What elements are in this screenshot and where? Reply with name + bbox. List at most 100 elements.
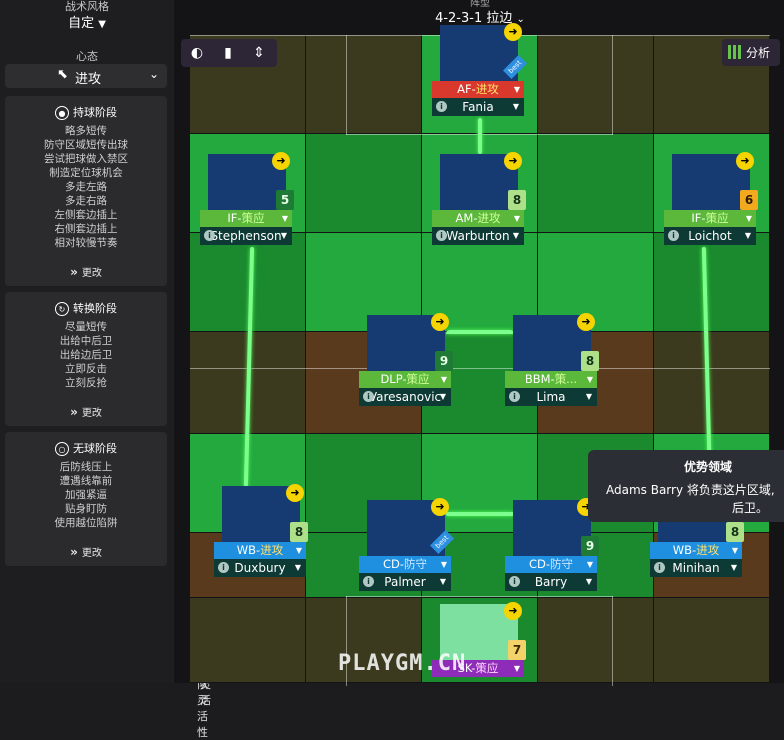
transition-list: 尽量短传 出给中后卫 出给边后卫 立即反击 立刻反抢	[5, 320, 167, 390]
role-duty: 策应	[475, 661, 499, 675]
watermark-text: PLAYGM.CN	[338, 651, 467, 676]
out-of-possession-change-button[interactable]: » 更改	[5, 544, 167, 559]
info-icon[interactable]: i	[363, 391, 374, 402]
transition-cycle-icon: ↻	[55, 302, 69, 316]
player-name-selector[interactable]: i Warburton ▼	[432, 227, 524, 245]
chevron-down-icon: ▼	[98, 19, 106, 30]
pitch-zone[interactable]	[306, 35, 421, 133]
info-icon[interactable]: i	[218, 562, 229, 573]
in-possession-change-button[interactable]: » 更改	[5, 264, 167, 279]
pitch-zone[interactable]	[538, 134, 653, 232]
instruction-icon[interactable]: ➜	[431, 313, 449, 331]
role-selector[interactable]: WB-进攻 ▼	[650, 542, 742, 559]
formation-selector[interactable]: 4-2-3-1 拉边 ⌄	[400, 7, 560, 26]
analysis-label: 分析	[746, 46, 771, 60]
instruction-icon[interactable]: ➜	[504, 23, 522, 41]
player-name-selector[interactable]: i Loichot ▼	[664, 227, 756, 245]
pitch-zone[interactable]	[654, 598, 769, 682]
mentality-dropdown[interactable]: ⬉ 进攻 ⌄	[5, 64, 167, 88]
chevron-down-icon: ▼	[745, 214, 752, 223]
tactics-sidebar: 战术风格 自定 ▼ 心态 ⬉ 进攻 ⌄ ● 持球阶段 略多短传 防守区域短传出球 …	[0, 0, 211, 739]
analysis-button[interactable]: 分析	[722, 39, 780, 66]
penalty-box-line	[346, 596, 613, 597]
role-duty: 进攻	[696, 543, 720, 557]
chevron-down-icon: ▼	[586, 375, 593, 384]
info-icon[interactable]: i	[436, 230, 447, 241]
list-item: 立即反击	[65, 363, 107, 375]
instruction-icon[interactable]: ➜	[736, 152, 754, 170]
chevron-down-icon: ▼	[512, 102, 519, 111]
role-selector[interactable]: IF-策应 ▼	[664, 210, 756, 227]
player-name-selector[interactable]: i Stephenson ▼	[200, 227, 292, 245]
player-name: Fania	[462, 100, 494, 114]
info-icon[interactable]: i	[509, 576, 520, 587]
player-name-selector[interactable]: i Varesanovic ▼	[359, 388, 451, 406]
list-item: 多走左路	[65, 181, 107, 193]
instruction-icon[interactable]: ➜	[577, 313, 595, 331]
instruction-icon[interactable]: ➜	[431, 498, 449, 516]
list-item: 防守区域短传出球	[44, 139, 128, 151]
player-name-selector[interactable]: i Duxbury ▼	[214, 559, 306, 577]
info-icon[interactable]: i	[654, 562, 665, 573]
player-name: Minihan	[672, 561, 720, 575]
transition-title: 转换阶段	[73, 302, 117, 315]
player-name-selector[interactable]: i Lima ▼	[505, 388, 597, 406]
player-name: Varesanovic	[368, 390, 442, 404]
role-selector[interactable]: BBM-策... ▼	[505, 371, 597, 388]
role-selector[interactable]: CD-防守 ▼	[505, 556, 597, 573]
info-icon[interactable]: i	[668, 230, 679, 241]
pitch-zone[interactable]	[654, 332, 769, 433]
instruction-icon[interactable]: ➜	[504, 602, 522, 620]
player-name-selector[interactable]: i Minihan ▼	[650, 559, 742, 577]
contrast-view-icon[interactable]: ◐	[183, 40, 211, 66]
role-selector[interactable]: AF-进攻 ▼	[432, 81, 524, 98]
tooltip-line: Adams Barry 将负责这片区域,	[606, 483, 775, 497]
instruction-icon[interactable]: ➜	[272, 152, 290, 170]
chevron-down-icon: ▼	[513, 85, 520, 94]
info-icon[interactable]: i	[509, 391, 520, 402]
chevron-down-icon: ▼	[731, 546, 738, 555]
role-selector[interactable]: AM-进攻 ▼	[432, 210, 524, 227]
tactic-style-selector[interactable]: 自定 ▼	[0, 12, 174, 31]
role-selector[interactable]: IF-策应 ▼	[200, 210, 292, 227]
chevron-down-icon: ⌄	[516, 14, 525, 25]
pitch-zone[interactable]	[190, 598, 305, 682]
pitch-zone[interactable]	[538, 35, 653, 133]
list-item: 略多短传	[65, 125, 107, 137]
instruction-icon[interactable]: ➜	[504, 152, 522, 170]
role-selector[interactable]: CD-防守 ▼	[359, 556, 451, 573]
player-name-selector[interactable]: i Palmer ▼	[359, 573, 451, 591]
instruction-icon[interactable]: ➜	[286, 484, 304, 502]
pitch-zone[interactable]	[654, 233, 769, 331]
role-duty: 策应	[241, 211, 265, 225]
player-name-selector[interactable]: i Barry ▼	[505, 573, 597, 591]
player-name: Barry	[534, 575, 568, 589]
mentality-value: 进攻	[75, 72, 102, 87]
transition-change-button[interactable]: » 更改	[5, 404, 167, 419]
info-icon[interactable]: i	[204, 230, 215, 241]
tactic-style-value: 自定	[68, 16, 95, 31]
role-code: AF	[457, 82, 472, 96]
role-duty: 进攻	[477, 211, 501, 225]
bar-chart-icon[interactable]: ▮	[214, 40, 242, 66]
role-rating: 9	[435, 351, 453, 371]
ball-icon: ●	[55, 106, 69, 120]
role-selector[interactable]: WB-进攻 ▼	[214, 542, 306, 559]
role-selector[interactable]: DLP-策应 ▼	[359, 371, 451, 388]
player-name: Duxbury	[234, 561, 286, 575]
player-name-selector[interactable]: i Fania ▼	[432, 98, 524, 116]
info-icon[interactable]: i	[363, 576, 374, 587]
chevron-down-icon: ▼	[744, 231, 751, 240]
role-rating: 7	[508, 640, 526, 660]
list-item: 制造定位球机会	[49, 167, 123, 179]
chevron-down-icon: ▼	[440, 560, 447, 569]
list-item: 贴身盯防	[65, 503, 107, 515]
chevron-down-icon: ▼	[294, 563, 301, 572]
pitch-zone[interactable]	[306, 134, 421, 232]
move-arrows-icon[interactable]: ⇕	[245, 40, 273, 66]
info-icon[interactable]: i	[436, 101, 447, 112]
role-code: IF	[691, 211, 702, 225]
role-duty: 防守	[404, 557, 428, 571]
list-item: 右侧套边插上	[54, 223, 118, 235]
pitch-zone[interactable]	[538, 598, 653, 682]
